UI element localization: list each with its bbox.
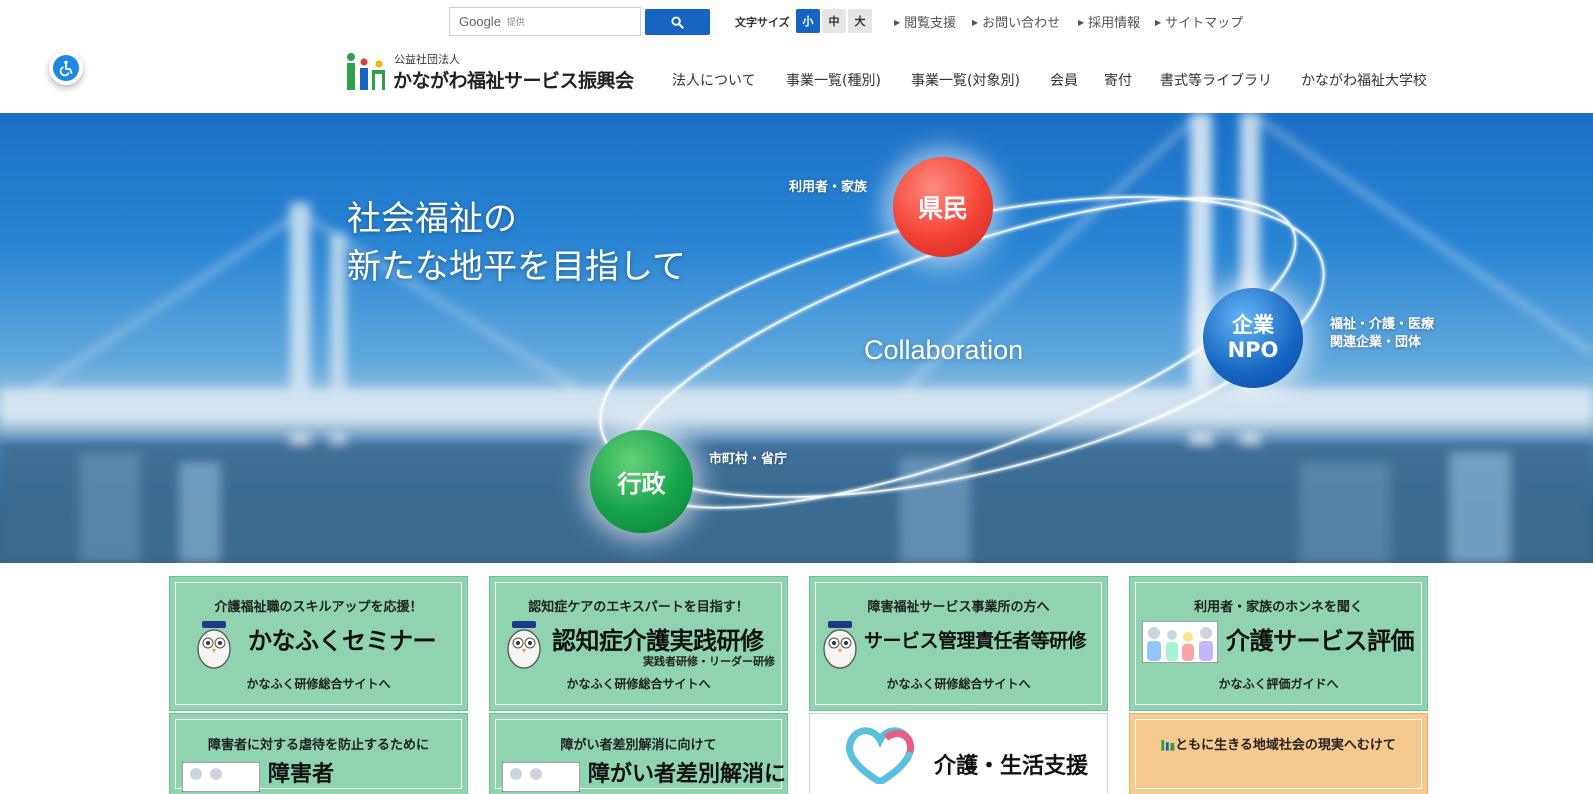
- collaboration-label: Collaboration: [864, 335, 1024, 365]
- npo-circle-line2: NPO: [1227, 338, 1279, 362]
- accessibility-button[interactable]: [49, 51, 83, 85]
- banner-heading: 障害福祉サービス事業所の方へ: [867, 600, 1050, 615]
- npo-circle: 企業 NPO: [1203, 288, 1303, 388]
- people-illustration-icon: [502, 762, 580, 792]
- util-link-recruit[interactable]: ▶ 採用情報: [1078, 12, 1140, 31]
- search-icon: [671, 15, 684, 29]
- banner-care-service-evaluation[interactable]: 利用者・家族のホンネを聞く 介護サービス評価 かなふく評価ガイドへ: [1129, 576, 1428, 711]
- npo-caption-line2: 関連企業・団体: [1330, 335, 1422, 350]
- banner-dementia-training[interactable]: 認知症ケアのエキスパートを目指す！ 認知症介護実践研修 実践者研修・リーダー研修…: [489, 576, 788, 711]
- banner-heading: 障がい者差別解消に向けて: [560, 738, 717, 753]
- font-size-small-button[interactable]: 小: [796, 9, 820, 33]
- banner-title: 障がい者差別解消に: [588, 762, 787, 787]
- util-link-label: 採用情報: [1088, 16, 1141, 31]
- owl-mascot-icon: [823, 621, 857, 669]
- chevron-right-icon: ▶: [894, 18, 901, 27]
- search-brand-suffix: 提供: [506, 18, 525, 28]
- people-illustration-icon: [182, 762, 260, 792]
- search-button[interactable]: [645, 9, 710, 35]
- util-link-label: 閲覧支援: [904, 16, 957, 31]
- hero-banner: 社会福祉の 新たな地平を目指して Collaboration 県民 利用者・家族…: [0, 113, 1593, 563]
- banner-title: 介護サービス評価: [1226, 627, 1415, 655]
- banner-service-manager-training[interactable]: 障害福祉サービス事業所の方へ サービス管理責任者等研修 かなふく研修総合サイトへ: [809, 576, 1108, 711]
- hero-title: 社会福祉の 新たな地平を目指して: [347, 195, 686, 291]
- nav-item-library[interactable]: 書式等ライブラリ: [1160, 70, 1272, 90]
- banner-link-text: かなふく研修総合サイトへ: [246, 677, 391, 691]
- logo-icon: [347, 53, 385, 90]
- util-link-label: お問い合わせ: [982, 16, 1061, 31]
- search-input[interactable]: Google 提供: [449, 7, 641, 36]
- font-size-large-button[interactable]: 大: [848, 9, 872, 33]
- npo-circle-line1: 企業: [1231, 313, 1274, 337]
- org-name-logo-link[interactable]: かながわ福祉サービス振興会: [393, 66, 634, 93]
- banner-subtitle: 実践者研修・リーダー研修: [643, 655, 775, 668]
- util-link-sitemap[interactable]: ▶ サイトマップ: [1155, 12, 1243, 31]
- nav-item-members[interactable]: 会員: [1050, 70, 1078, 90]
- nav-item-donation[interactable]: 寄付: [1104, 70, 1132, 90]
- banner-care-life-support[interactable]: 介護・生活支援: [809, 713, 1108, 794]
- banner-title: 障害者: [268, 762, 335, 787]
- chevron-right-icon: ▶: [1155, 18, 1162, 27]
- banner-title: かなふくセミナー: [248, 627, 437, 655]
- banner-heading: 障害者に対する虐待を防止するために: [207, 738, 429, 753]
- util-link-accessibility[interactable]: ▶ 閲覧支援: [894, 12, 956, 31]
- util-link-label: サイトマップ: [1165, 16, 1244, 31]
- gyosei-caption: 市町村・省庁: [709, 452, 788, 467]
- banner-title: サービス管理責任者等研修: [864, 630, 1087, 652]
- banner-link-text: かなふく研修総合サイトへ: [886, 677, 1031, 691]
- banner-abuse-prevention[interactable]: 障害者に対する虐待を防止するために 障害者: [169, 713, 468, 794]
- hero-title-line2: 新たな地平を目指して: [347, 247, 686, 287]
- banner-title: 介護・生活支援: [934, 754, 1089, 779]
- owl-mascot-icon: [197, 621, 231, 669]
- heart-logo-icon: [846, 727, 915, 784]
- chevron-right-icon: ▶: [1078, 18, 1085, 27]
- accessibility-icon: [53, 55, 79, 81]
- org-type: 公益社団法人: [394, 53, 460, 66]
- site-header: Google 提供 文字サイズ 小 中 大 ▶ 閲覧支援 ▶ お問い合わせ ▶ 採用情…: [0, 0, 1593, 113]
- banner-heading-text: ともに生きる地域社会の現実へむけて: [1175, 738, 1396, 753]
- search-brand: Google: [459, 14, 501, 29]
- gyosei-circle: 行政: [590, 430, 693, 533]
- font-size-medium-button[interactable]: 中: [822, 9, 846, 33]
- kenmin-circle: 県民: [893, 157, 993, 257]
- logo-icon: [1161, 740, 1175, 751]
- banner-title: 認知症介護実践研修: [552, 627, 764, 655]
- banner-kanafuku-seminar[interactable]: 介護福祉職のスキルアップを応援！ かなふくセミナー かなふく研修総合サイトへ: [169, 576, 468, 711]
- owl-mascot-icon: [507, 621, 541, 669]
- hero-title-line1: 社会福祉の: [347, 199, 517, 239]
- font-size-label: 文字サイズ: [735, 16, 790, 29]
- banner-inclusive-community[interactable]: ともに生きる地域社会の現実へむけて: [1129, 713, 1428, 794]
- nav-item-business-by-type[interactable]: 事業一覧(種別): [786, 70, 881, 90]
- npo-caption-line1: 福祉・介護・医療: [1330, 317, 1435, 332]
- banner-link-text: かなふく評価ガイドへ: [1218, 677, 1339, 691]
- banner-link-text: かなふく研修総合サイトへ: [566, 677, 711, 691]
- chevron-right-icon: ▶: [972, 18, 979, 27]
- npo-caption: 福祉・介護・医療 関連企業・団体: [1330, 316, 1434, 352]
- banner-discrimination-elimination[interactable]: 障がい者差別解消に向けて 障がい者差別解消に: [489, 713, 788, 794]
- nav-item-business-by-target[interactable]: 事業一覧(対象別): [911, 70, 1020, 90]
- kenmin-caption: 利用者・家族: [789, 180, 868, 195]
- nav-item-college[interactable]: かながわ福祉大学校: [1301, 70, 1427, 90]
- banner-heading: 利用者・家族のホンネを聞く: [1194, 600, 1363, 615]
- banner-frame: [1135, 719, 1422, 789]
- banner-heading: 認知症ケアのエキスパートを目指す！: [528, 600, 749, 615]
- banner-heading: 介護福祉職のスキルアップを応援！: [214, 600, 423, 615]
- banner-heading: ともに生きる地域社会の現実へむけて: [1130, 734, 1427, 753]
- util-link-contact[interactable]: ▶ お問い合わせ: [972, 12, 1060, 31]
- family-people-icon: [1142, 621, 1218, 663]
- nav-item-about[interactable]: 法人について: [672, 70, 756, 90]
